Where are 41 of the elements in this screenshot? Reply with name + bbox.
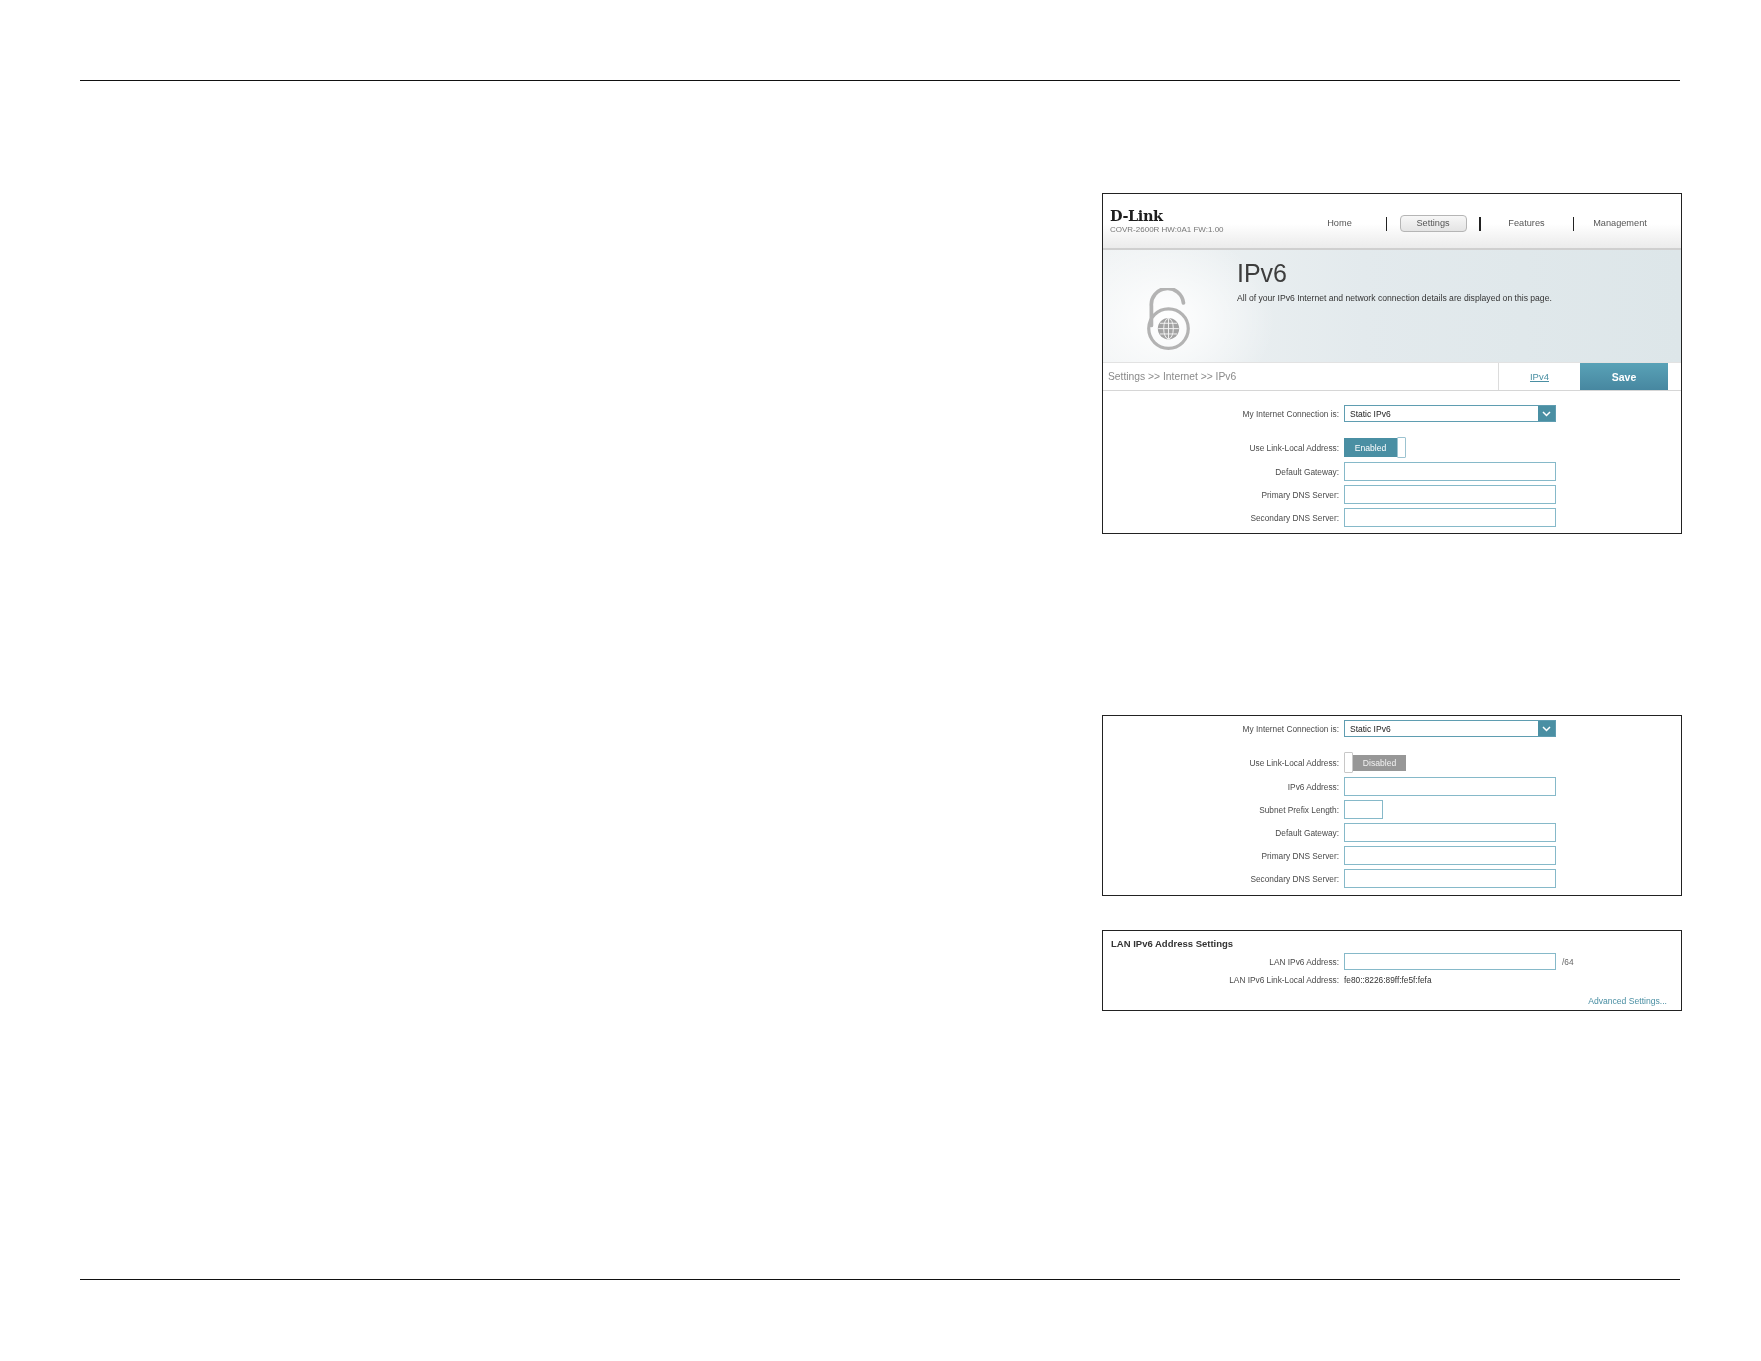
nav-tab[interactable]: Management [1586, 215, 1654, 232]
field-label: Primary DNS Server: [1261, 850, 1339, 861]
page-description: All of your IPv6 Internet and network connection details are displayed on this page. [1237, 293, 1552, 304]
text-field[interactable] [1344, 846, 1556, 865]
chevron-down-icon [1538, 721, 1555, 736]
field-label: Secondary DNS Server: [1250, 873, 1339, 884]
text-field[interactable] [1344, 508, 1556, 527]
field-label: Subnet Prefix Length: [1259, 804, 1339, 815]
chevron-down-icon [1538, 406, 1555, 421]
padlock-globe-icon [1146, 288, 1191, 350]
device-info: COVR-2600R HW:0A1 FW:1.00 [1110, 224, 1224, 235]
field-label: My Internet Connection is: [1242, 408, 1339, 419]
text-field[interactable] [1344, 823, 1556, 842]
field-label: LAN IPv6 Link-Local Address: [1229, 975, 1339, 985]
field-label: Use Link-Local Address: [1249, 757, 1339, 768]
text-field[interactable] [1344, 777, 1556, 796]
nav-tab[interactable]: Settings [1399, 215, 1467, 232]
connection-dropdown[interactable]: Static IPv6 [1344, 405, 1556, 422]
text-field[interactable] [1344, 800, 1383, 819]
nav-tab[interactable]: Features [1501, 215, 1552, 232]
field-label: Primary DNS Server: [1261, 489, 1339, 500]
text-field[interactable] [1344, 462, 1556, 481]
field-label: Use Link-Local Address: [1249, 442, 1339, 453]
section-title: LAN IPv6 Address Settings [1111, 938, 1234, 949]
page-title: IPv6 [1237, 259, 1288, 287]
field-label: IPv6 Address: [1287, 781, 1339, 792]
address-value: fe80::8226:89ff:fe5f:fefa [1344, 975, 1432, 985]
text-field[interactable] [1344, 953, 1556, 970]
prefix-length-text: /64 [1562, 956, 1574, 967]
field-label: My Internet Connection is: [1242, 723, 1339, 734]
field-label: Default Gateway: [1275, 827, 1339, 838]
field-label: Secondary DNS Server: [1250, 512, 1339, 523]
text-field[interactable] [1344, 485, 1556, 504]
logo: D-Link [1110, 208, 1163, 224]
breadcrumb: Settings >> Internet >> IPv6 [1108, 371, 1237, 382]
text-field[interactable] [1344, 869, 1556, 888]
field-label: Default Gateway: [1275, 466, 1339, 477]
field-label: LAN IPv6 Address: [1269, 956, 1339, 967]
nav-tab[interactable]: Home [1320, 215, 1359, 232]
connection-dropdown[interactable]: Static IPv6 [1344, 720, 1556, 737]
advanced-settings-link[interactable]: Advanced Settings... [1588, 996, 1667, 1006]
